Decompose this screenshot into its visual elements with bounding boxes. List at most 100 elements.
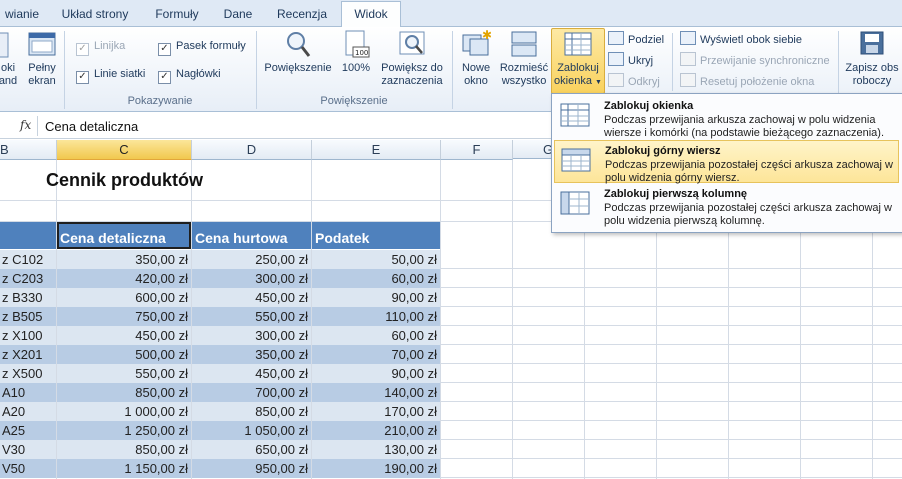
table-header-cena-hurtowa[interactable]: Cena hurtowa: [192, 222, 311, 249]
checkbox-pasek-formuly[interactable]: ✓ Pasek formuły: [158, 38, 246, 56]
new-window-button[interactable]: ✱ Nowe okno: [456, 28, 496, 88]
table-cell-name[interactable]: z C102: [0, 250, 56, 269]
table-cell-v3[interactable]: 60,00 zł: [312, 269, 440, 288]
table-cell-v1[interactable]: 420,00 zł: [57, 269, 191, 288]
checkbox-naglowki[interactable]: ✓ Nagłówki: [158, 66, 221, 84]
table-cell-v1[interactable]: 750,00 zł: [57, 307, 191, 326]
column-header-f[interactable]: F: [441, 140, 513, 160]
column-header-b[interactable]: B: [0, 140, 57, 160]
table-cell-v3[interactable]: 70,00 zł: [312, 345, 440, 364]
arrange-all-button[interactable]: Rozmieść wszystko: [498, 29, 550, 88]
table-cell-name[interactable]: A20: [0, 402, 56, 421]
linie-siatki-label: Linie siatki: [94, 68, 146, 80]
table-cell-v2[interactable]: 300,00 zł: [192, 326, 311, 345]
freeze-top-row-icon: [561, 148, 591, 172]
tab-recenzja[interactable]: Recenzja: [270, 4, 334, 26]
tab-dane[interactable]: Dane: [216, 4, 260, 26]
table-cell-v3[interactable]: 60,00 zł: [312, 326, 440, 345]
table-cell-v3[interactable]: 190,00 zł: [312, 459, 440, 478]
table-cell-v3[interactable]: 210,00 zł: [312, 421, 440, 440]
table-cell-v3[interactable]: 90,00 zł: [312, 288, 440, 307]
hide-window-icon: [608, 52, 624, 66]
menu-item-description: Podczas przewijania arkusza zachowaj w p…: [604, 114, 885, 139]
freeze-panes-icon: [563, 29, 593, 59]
table-cell-v1[interactable]: 450,00 zł: [57, 326, 191, 345]
sheet-title[interactable]: Cennik produktów: [46, 170, 203, 191]
table-cell-name[interactable]: z X201: [0, 345, 56, 364]
zoom-button[interactable]: Powiększenie: [262, 29, 334, 75]
column-header-d[interactable]: D: [192, 140, 312, 160]
table-cell-v3[interactable]: 50,00 zł: [312, 250, 440, 269]
menu-item-freeze-first-column[interactable]: Zablokuj pierwszą kolumnę Podczas przewi…: [554, 184, 899, 227]
table-cell-v1[interactable]: 600,00 zł: [57, 288, 191, 307]
table-cell-name[interactable]: z B330: [0, 288, 56, 307]
table-cell-v3[interactable]: 140,00 zł: [312, 383, 440, 402]
table-cell-name[interactable]: A25: [0, 421, 56, 440]
zoom-to-selection-button[interactable]: Powiększ do zaznaczenia: [376, 29, 448, 88]
table-cell-v2[interactable]: 450,00 zł: [192, 364, 311, 383]
table-cell-v2[interactable]: 850,00 zł: [192, 402, 311, 421]
table-cell-v1[interactable]: 550,00 zł: [57, 364, 191, 383]
view-partial-button[interactable]: oki and: [0, 29, 20, 88]
table-cell-v2[interactable]: 250,00 zł: [192, 250, 311, 269]
table-header-cena-detaliczna[interactable]: Cena detaliczna: [57, 222, 191, 249]
table-cell-v1[interactable]: 850,00 zł: [57, 383, 191, 402]
formula-input[interactable]: Cena detaliczna: [45, 119, 138, 134]
tab-wstawianie[interactable]: wianie: [0, 4, 44, 26]
table-cell-v2[interactable]: 650,00 zł: [192, 440, 311, 459]
insert-function-icon[interactable]: fx: [20, 118, 31, 132]
table-header-cell-b[interactable]: [0, 222, 56, 249]
tab-formuly[interactable]: Formuły: [146, 4, 208, 26]
table-header-podatek[interactable]: Podatek: [312, 222, 440, 249]
table-cell-name[interactable]: V50: [0, 459, 56, 478]
table-cell-v3[interactable]: 130,00 zł: [312, 440, 440, 459]
table-cell-v2[interactable]: 1 050,00 zł: [192, 421, 311, 440]
table-cell-v1[interactable]: 1 000,00 zł: [57, 402, 191, 421]
table-cell-v3[interactable]: 170,00 zł: [312, 402, 440, 421]
okno-label: okno: [464, 75, 488, 87]
checkbox-linijka[interactable]: ✓ Linijka: [76, 38, 125, 56]
new-window-icon: ✱: [461, 28, 492, 59]
checkbox-linie-siatki[interactable]: ✓ Linie siatki: [76, 66, 146, 84]
table-cell-name[interactable]: z C203: [0, 269, 56, 288]
full-screen-button[interactable]: Pełny ekran: [24, 29, 60, 88]
group-label-powiekszenie: Powiększenie: [320, 95, 388, 107]
menu-item-freeze-panes[interactable]: Zablokuj okienka Podczas przewijania ark…: [554, 96, 899, 139]
hide-button[interactable]: Ukryj: [608, 52, 653, 68]
column-header-c[interactable]: C: [57, 140, 192, 160]
split-button[interactable]: Podziel: [608, 31, 664, 47]
table-cell-name[interactable]: A10: [0, 383, 56, 402]
table-cell-v1[interactable]: 350,00 zł: [57, 250, 191, 269]
obok-label: Wyświetl obok siebie: [700, 34, 802, 46]
freeze-first-column-icon: [560, 191, 590, 215]
tab-uklad-strony[interactable]: Układ strony: [52, 4, 138, 26]
table-cell-v1[interactable]: 1 250,00 zł: [57, 421, 191, 440]
table-cell-v3[interactable]: 110,00 zł: [312, 307, 440, 326]
unhide-button[interactable]: Odkryj: [608, 73, 660, 89]
menu-item-freeze-top-row[interactable]: Zablokuj górny wiersz Podczas przewijani…: [554, 140, 899, 184]
reset-window-position-button[interactable]: Resetuj położenie okna: [680, 73, 814, 89]
table-cell-name[interactable]: z X100: [0, 326, 56, 345]
freeze-panes-content[interactable]: Zablokuj okienka ▼: [552, 29, 604, 89]
table-cell-v1[interactable]: 500,00 zł: [57, 345, 191, 364]
table-cell-name[interactable]: V30: [0, 440, 56, 459]
view-side-by-side-button[interactable]: Wyświetl obok siebie: [680, 31, 802, 47]
synchronous-scrolling-button[interactable]: Przewijanie synchroniczne: [680, 52, 830, 68]
column-header-e[interactable]: E: [312, 140, 441, 160]
table-cell-v2[interactable]: 950,00 zł: [192, 459, 311, 478]
zoom-100-button[interactable]: 100 100%: [340, 29, 372, 75]
tab-widok[interactable]: Widok: [341, 1, 401, 28]
table-cell-v2[interactable]: 450,00 zł: [192, 288, 311, 307]
save-workspace-button[interactable]: Zapisz obs roboczy: [842, 29, 902, 88]
table-cell-v2[interactable]: 700,00 zł: [192, 383, 311, 402]
table-cell-v2[interactable]: 550,00 zł: [192, 307, 311, 326]
table-cell-v1[interactable]: 1 150,00 zł: [57, 459, 191, 478]
table-cell-name[interactable]: z B505: [0, 307, 56, 326]
table-cell-v2[interactable]: 350,00 zł: [192, 345, 311, 364]
table-cell-v1[interactable]: 850,00 zł: [57, 440, 191, 459]
table-cell-v2[interactable]: 300,00 zł: [192, 269, 311, 288]
save-workspace-icon: [857, 29, 887, 59]
table-cell-name[interactable]: z X500: [0, 364, 56, 383]
table-cell-v3[interactable]: 90,00 zł: [312, 364, 440, 383]
freeze-panes-menu: Zablokuj okienka Podczas przewijania ark…: [551, 93, 902, 233]
